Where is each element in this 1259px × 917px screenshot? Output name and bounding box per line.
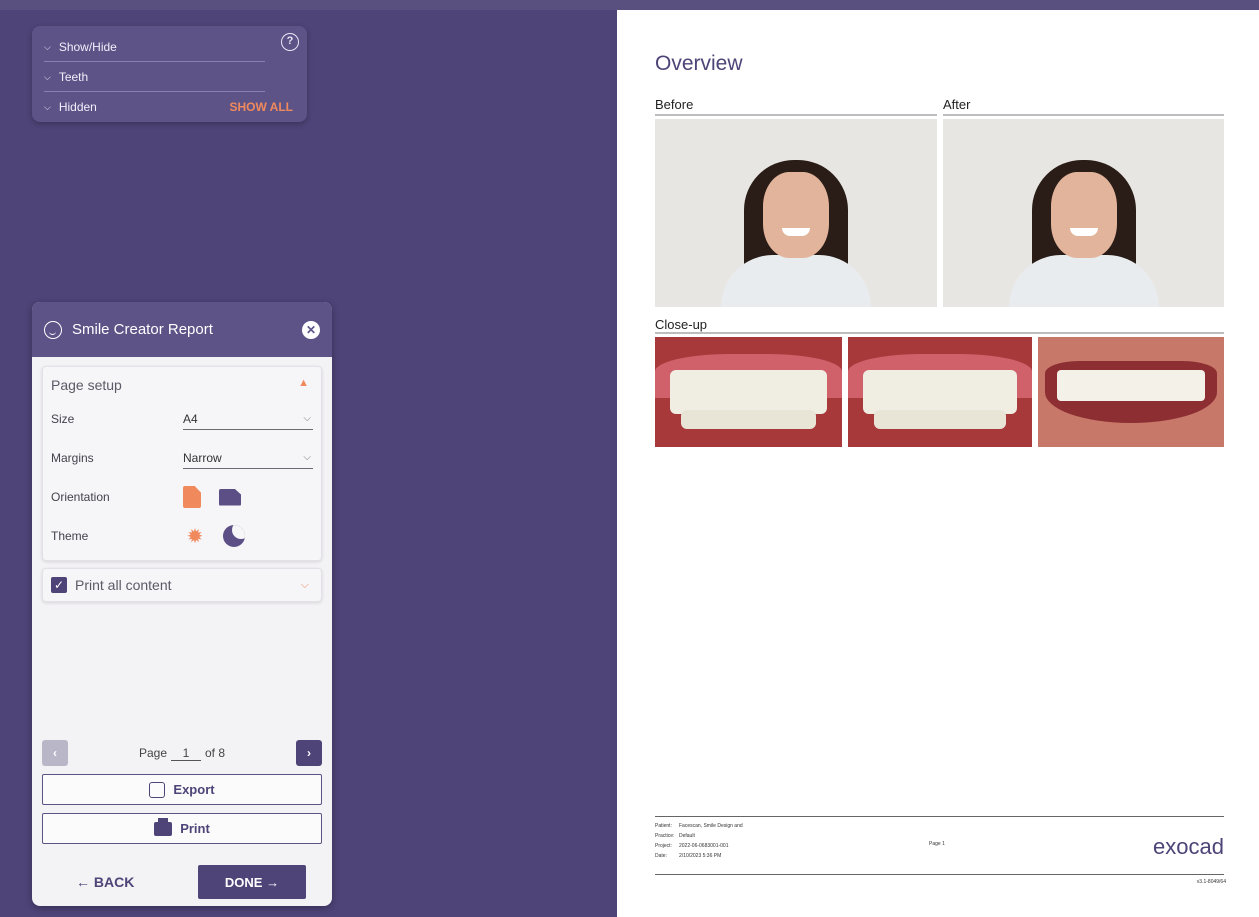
show-hide-panel: ? ⌵ Show/Hide ⌵ Teeth ⌵ Hidden SHOW ALL	[32, 26, 307, 122]
closeup-photo-2	[848, 337, 1032, 447]
after-label: After	[943, 97, 971, 112]
chevron-down-icon: ⌵	[44, 41, 51, 52]
page-setup-section: Page setup ▲ Size A4 ⌵ Margins Narrow ⌵ …	[42, 366, 322, 561]
chevron-down-icon[interactable]: ⌵	[301, 579, 309, 592]
done-button[interactable]: DONE →	[198, 865, 306, 899]
teeth-label: Teeth	[58, 70, 89, 84]
before-photo	[655, 119, 937, 307]
closeup-photo-1	[655, 337, 842, 447]
closeup-rule	[655, 332, 1224, 334]
size-label: Size	[51, 412, 75, 426]
footer-project: Project: 2022-06-0683001-001	[655, 843, 729, 849]
lower-teeth	[873, 409, 1007, 430]
chevron-up-icon[interactable]: ▲	[298, 377, 309, 389]
version-label: v3.1-8049/64	[1196, 879, 1226, 885]
teeth	[1056, 370, 1206, 401]
next-page-button[interactable]: ›	[296, 740, 322, 766]
checkbox-icon[interactable]: ✓	[51, 577, 67, 593]
orientation-label: Orientation	[51, 490, 110, 504]
before-label: Before	[655, 97, 694, 112]
report-title: Smile Creator Report	[72, 321, 213, 338]
after-photo	[943, 119, 1224, 307]
footer-meta: Patient: Facescan, Smile Design and Pract…	[655, 821, 743, 861]
smile	[782, 228, 810, 237]
page-count: of 8	[205, 746, 226, 760]
face	[1050, 171, 1117, 258]
footer-bottom-rule	[655, 874, 1224, 875]
hidden-toggle[interactable]: ⌵ Hidden SHOW ALL	[44, 92, 295, 122]
footer-patient: Patient: Facescan, Smile Design and	[655, 823, 743, 829]
page-title: Overview	[655, 52, 743, 75]
face	[763, 171, 829, 258]
print-all-section[interactable]: ✓ Print all content ⌵	[42, 568, 322, 602]
previous-page-button[interactable]: ‹	[42, 740, 68, 766]
export-label: Export	[173, 782, 215, 797]
size-row: Size A4 ⌵	[51, 407, 313, 431]
before-rule	[655, 114, 937, 116]
page-label: Page	[138, 746, 167, 760]
exocad-logo: exocad	[1153, 834, 1224, 859]
theme-row: Theme ✹	[51, 524, 313, 548]
orientation-row: Orientation	[51, 485, 313, 509]
report-page-preview: Overview Before After Close-up Patient: F…	[617, 10, 1259, 917]
closeup-label: Close-up	[655, 317, 708, 332]
chevron-down-icon: ⌵	[44, 101, 51, 112]
page-number-input[interactable]: 1	[171, 746, 201, 761]
show-hide-toggle[interactable]: ⌵ Show/Hide	[44, 32, 295, 62]
close-icon[interactable]: ✕	[302, 320, 320, 339]
pager: ‹ Page 1 of 8 ›	[42, 740, 322, 766]
shirt	[721, 255, 871, 307]
show-hide-label: Show/Hide	[58, 40, 117, 54]
back-button[interactable]: ← BACK	[76, 874, 134, 890]
print-all-row: ✓ Print all content	[51, 573, 313, 597]
margins-value: Narrow	[183, 450, 222, 465]
print-label: Print	[180, 821, 210, 836]
size-value: A4	[183, 411, 198, 426]
lower-teeth	[681, 409, 816, 430]
chevron-down-icon: ⌵	[44, 71, 51, 82]
smile	[1069, 228, 1098, 237]
top-band	[0, 0, 1259, 10]
page-setup-title[interactable]: Page setup	[51, 377, 122, 393]
margins-row: Margins Narrow ⌵	[51, 446, 313, 470]
footer-date: Date: 2/10/2023 5:36 PM	[655, 853, 722, 859]
theme-label: Theme	[51, 529, 89, 543]
report-header: Smile Creator Report ✕	[32, 302, 332, 357]
margins-label: Margins	[51, 451, 94, 465]
export-button[interactable]: Export	[42, 774, 322, 805]
upper-teeth	[862, 370, 1018, 414]
show-all-button[interactable]: SHOW ALL	[229, 100, 293, 114]
print-button[interactable]: Print	[42, 813, 322, 844]
footer-practice: Practice: Default	[655, 833, 695, 839]
size-select[interactable]: A4 ⌵	[183, 408, 313, 430]
chevron-down-icon: ⌵	[303, 452, 311, 463]
sun-icon[interactable]: ✹	[183, 524, 207, 549]
after-rule	[943, 114, 1224, 116]
portrait-icon[interactable]	[183, 486, 201, 508]
footer-top-rule	[655, 816, 1224, 817]
printer-icon	[154, 817, 173, 836]
closeup-photo-3	[1038, 337, 1224, 447]
chevron-down-icon: ⌵	[303, 413, 311, 424]
smile-creator-report-panel: Smile Creator Report ✕ Page setup ▲ Size…	[32, 302, 332, 906]
landscape-icon[interactable]	[219, 488, 241, 506]
print-all-label: Print all content	[75, 577, 172, 593]
footer-page-number: Page 1	[929, 841, 945, 847]
upper-teeth	[669, 370, 828, 414]
teeth-toggle[interactable]: ⌵ Teeth	[44, 62, 295, 92]
moon-icon[interactable]	[223, 525, 245, 547]
smile-face-icon	[44, 320, 62, 339]
margins-select[interactable]: Narrow ⌵	[183, 447, 313, 469]
export-icon	[149, 781, 166, 798]
hidden-label: Hidden	[58, 100, 97, 114]
